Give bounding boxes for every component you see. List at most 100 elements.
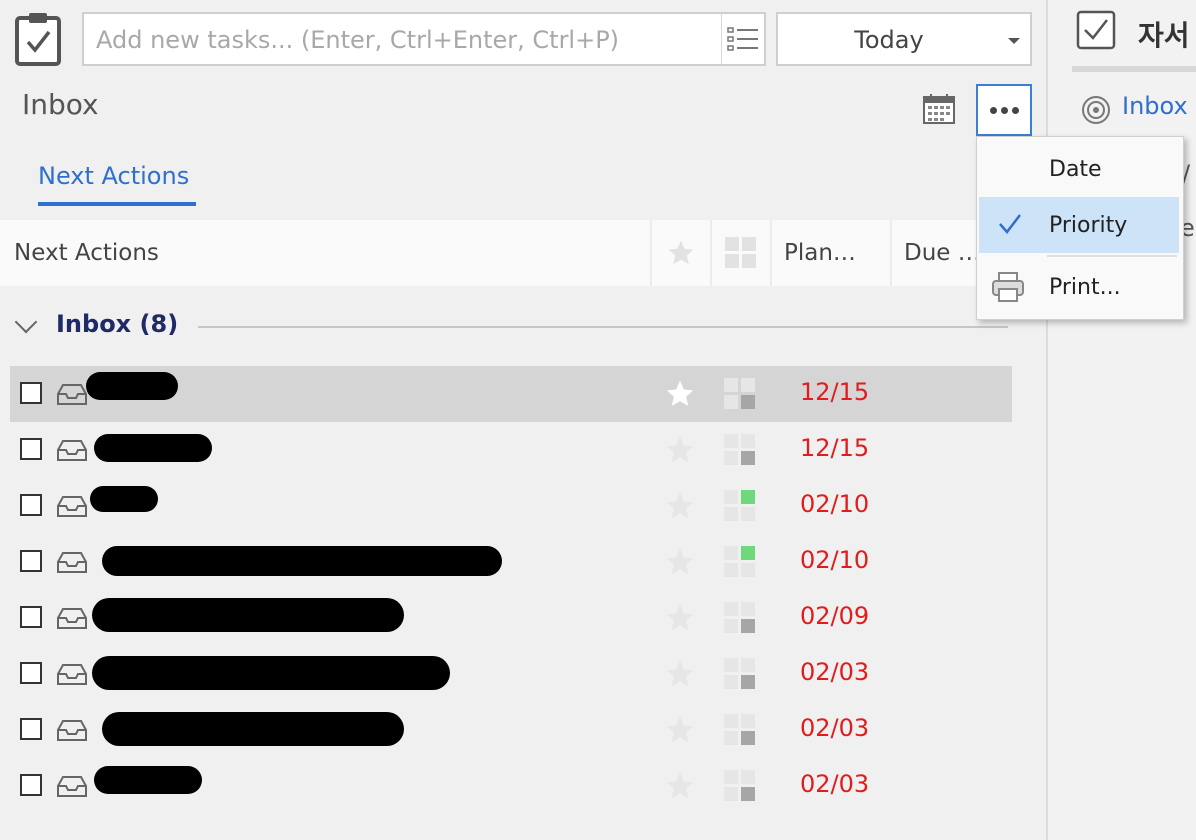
priority-grid-icon[interactable] <box>724 434 756 466</box>
inbox-tray-icon <box>57 664 87 685</box>
task-plan-date: 02/09 <box>800 602 870 630</box>
inbox-tray-icon <box>57 384 87 405</box>
priority-cell <box>741 658 755 672</box>
more-options-button[interactable] <box>976 84 1032 136</box>
menu-item-label: Print... <box>1049 275 1121 300</box>
priority-cell <box>741 546 755 560</box>
task-checkbox[interactable] <box>20 606 42 628</box>
priority-cell <box>724 451 738 465</box>
group-header-inbox[interactable]: Inbox (8) <box>14 306 1008 346</box>
priority-cell <box>724 395 738 409</box>
star-icon[interactable] <box>664 658 696 690</box>
add-task-input[interactable] <box>94 14 718 66</box>
task-row[interactable]: 02/09 <box>10 590 1012 646</box>
inbox-tray-icon <box>57 440 87 461</box>
redacted-task-title[interactable] <box>92 656 450 690</box>
priority-grid-icon[interactable] <box>724 546 756 578</box>
star-icon[interactable] <box>664 490 696 522</box>
checkbox-checked-icon[interactable] <box>1076 10 1116 50</box>
date-filter-select[interactable]: Today <box>776 12 1032 66</box>
redacted-task-title[interactable] <box>86 372 178 400</box>
menu-item-priority[interactable]: Priority <box>979 197 1179 253</box>
priority-cell <box>724 714 738 728</box>
table-header: Next Actions Plan… Due … <box>0 220 1008 286</box>
priority-cell <box>724 619 738 633</box>
priority-cell <box>724 602 738 616</box>
task-row[interactable]: 02/10 <box>10 478 1012 534</box>
task-row[interactable]: 02/03 <box>10 702 1012 758</box>
task-row[interactable]: 02/03 <box>10 646 1012 702</box>
star-icon[interactable] <box>664 602 696 634</box>
clipboard-check-icon[interactable] <box>14 12 62 66</box>
inbox-tray-icon <box>57 720 87 741</box>
priority-cell <box>741 619 755 633</box>
column-header-plan[interactable]: Plan… <box>772 220 892 286</box>
priority-cell <box>741 787 755 801</box>
column-header-next-actions[interactable]: Next Actions <box>0 220 652 286</box>
task-row[interactable]: 12/15 <box>10 366 1012 422</box>
redacted-task-title[interactable] <box>90 486 158 512</box>
task-details-button[interactable] <box>721 14 764 64</box>
inbox-tray-icon <box>57 608 87 629</box>
task-checkbox[interactable] <box>20 718 42 740</box>
star-icon[interactable] <box>664 434 696 466</box>
printer-icon <box>992 272 1024 302</box>
detail-project-link[interactable]: Inbox <box>1122 92 1188 120</box>
chevron-down-icon[interactable] <box>14 310 38 334</box>
priority-cell <box>724 770 738 784</box>
more-dot <box>1011 106 1019 114</box>
tab-next-actions[interactable]: Next Actions <box>38 162 189 190</box>
redacted-task-title[interactable] <box>92 598 404 632</box>
task-checkbox[interactable] <box>20 550 42 572</box>
task-checkbox[interactable] <box>20 438 42 460</box>
task-plan-date: 02/10 <box>800 490 870 518</box>
task-row[interactable]: 12/15 <box>10 422 1012 478</box>
menu-item-date[interactable]: Date <box>979 141 1179 197</box>
priority-grid-icon[interactable] <box>724 770 756 802</box>
page-title: Inbox <box>22 88 99 121</box>
task-checkbox[interactable] <box>20 494 42 516</box>
priority-grid-icon[interactable] <box>724 490 756 522</box>
star-icon[interactable] <box>664 378 696 410</box>
menu-item-print[interactable]: Print... <box>979 259 1179 315</box>
priority-grid-icon[interactable] <box>724 714 756 746</box>
list-icon <box>727 27 758 51</box>
priority-grid-icon[interactable] <box>724 658 756 690</box>
column-header-star[interactable] <box>652 220 712 286</box>
task-checkbox[interactable] <box>20 382 42 404</box>
detail-title[interactable]: 자서 <box>1138 14 1190 54</box>
priority-cell <box>741 602 755 616</box>
redacted-task-title[interactable] <box>94 766 202 794</box>
priority-cell <box>741 770 755 784</box>
group-title: Inbox (8) <box>56 310 179 338</box>
calendar-icon[interactable] <box>922 92 956 126</box>
add-task-field[interactable] <box>82 12 766 66</box>
date-filter-value: Today <box>854 26 924 54</box>
redacted-task-title[interactable] <box>102 546 502 576</box>
group-divider <box>198 326 1008 328</box>
task-checkbox[interactable] <box>20 774 42 796</box>
task-plan-date: 02/10 <box>800 546 870 574</box>
priority-cell <box>724 546 738 560</box>
column-header-label: Plan… <box>784 240 856 266</box>
column-header-priority[interactable] <box>712 220 772 286</box>
more-dot <box>989 106 997 114</box>
redacted-task-title[interactable] <box>102 712 404 746</box>
priority-cell <box>724 378 738 392</box>
task-plan-date: 02/03 <box>800 714 870 742</box>
priority-grid-icon[interactable] <box>724 602 756 634</box>
inbox-tray-icon <box>57 496 87 517</box>
redacted-task-title[interactable] <box>94 434 212 462</box>
priority-cell <box>741 507 755 521</box>
checkmark-icon <box>999 214 1021 234</box>
inbox-tray-icon <box>57 552 87 573</box>
star-icon[interactable] <box>664 714 696 746</box>
priority-grid-icon[interactable] <box>724 378 756 410</box>
detail-pane <box>1046 0 1196 840</box>
task-row[interactable]: 02/10 <box>10 534 1012 590</box>
star-icon[interactable] <box>664 546 696 578</box>
star-icon[interactable] <box>664 770 696 802</box>
inbox-tray-icon <box>57 776 87 797</box>
task-row[interactable]: 02/03 <box>10 758 1012 814</box>
task-checkbox[interactable] <box>20 662 42 684</box>
